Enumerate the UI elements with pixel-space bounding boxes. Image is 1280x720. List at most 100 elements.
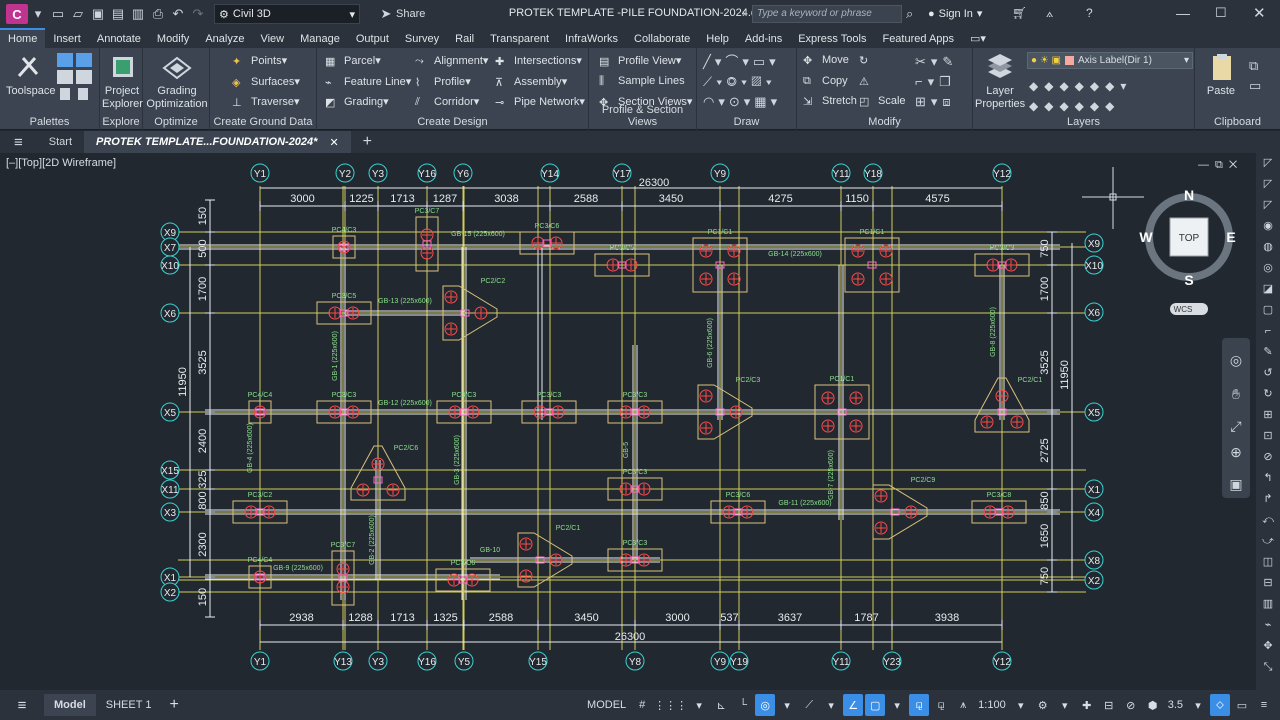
new-tab-icon[interactable]: + — [351, 131, 384, 153]
line-icon[interactable]: ╱▾ — [703, 54, 725, 69]
orbit-icon[interactable]: ⊕ — [1230, 444, 1242, 460]
panel-title-palettes[interactable]: Palettes — [0, 116, 99, 128]
workspace-select[interactable]: ⚙ Civil 3D ▾ — [214, 4, 360, 24]
add-layout-icon[interactable]: + — [161, 694, 186, 716]
alignment-button[interactable]: ⤳ Alignment ▾ — [415, 54, 488, 68]
table-icon[interactable]: ▦▾ — [754, 94, 781, 109]
panel-title-draw[interactable]: Draw — [697, 116, 796, 128]
share-button[interactable]: Share — [396, 8, 425, 20]
profile-view-button[interactable]: ▤ Profile View ▾ — [599, 54, 681, 68]
pan-icon[interactable]: ✋︎ — [1232, 386, 1240, 402]
tab-analyze[interactable]: Analyze — [197, 30, 252, 48]
steering-wheel-icon[interactable]: ◎ — [1230, 352, 1242, 368]
graphics-performance-icon[interactable]: ⬦ — [1210, 694, 1230, 716]
tab-view[interactable]: View — [252, 30, 292, 48]
quick-properties-icon[interactable]: ⊘ — [1121, 694, 1141, 716]
scale-menu-icon[interactable]: ▾ — [1011, 694, 1031, 716]
sign-in-button[interactable]: ● Sign In ▾ — [928, 7, 982, 21]
customize-icon[interactable]: ≡ — [1254, 694, 1274, 716]
explode-icon[interactable]: ❐ — [939, 74, 956, 89]
annotation-scale-icon[interactable]: ⩚ — [953, 694, 973, 716]
autodesk-app-icon[interactable]: ⟑ — [1046, 6, 1053, 21]
civil-icon[interactable]: ⬢ — [1143, 694, 1163, 716]
grading-optimization-button[interactable]: Grading Optimization — [145, 52, 209, 111]
tab-express-tools[interactable]: Express Tools — [790, 30, 874, 48]
traverse-button[interactable]: ⊥ Traverse ▾ — [232, 95, 300, 109]
points-button[interactable]: ✦ Points ▾ — [232, 54, 287, 68]
web-save-icon[interactable]: ▥ — [128, 5, 148, 23]
share-icon[interactable]: ➤ — [376, 5, 396, 23]
polar-icon[interactable]: ◎ — [755, 694, 776, 716]
polar-menu-icon[interactable]: ▾ — [777, 694, 797, 716]
mirror-icon[interactable]: ⚠ — [859, 75, 869, 88]
undo-icon[interactable]: ↶ — [168, 5, 188, 23]
stretch-button[interactable]: ⇲ Stretch — [803, 95, 857, 108]
panel-title-create-ground-data[interactable]: Create Ground Data — [210, 116, 316, 128]
close-button[interactable]: ✕ — [1253, 4, 1266, 22]
layer-properties-button[interactable]: Layer Properties — [975, 52, 1025, 111]
app-menu-arrow-icon[interactable]: ▾ — [28, 5, 48, 23]
infer-icon[interactable]: ⊾ — [711, 694, 731, 716]
snap-icon[interactable]: ⋮⋮⋮ — [654, 694, 687, 716]
tab-survey[interactable]: Survey — [397, 30, 447, 48]
surfaces-button[interactable]: ◈ Surfaces ▾ — [232, 75, 300, 89]
intersections-button[interactable]: ✚ Intersections ▾ — [495, 54, 582, 68]
save-icon[interactable]: ▣ — [88, 5, 108, 23]
corridor-button[interactable]: ⫽ Corridor ▾ — [415, 95, 479, 109]
zoom-extents-icon[interactable]: ⤢ — [1230, 418, 1241, 434]
ribbon-toggle-icon[interactable]: ▭▾ — [962, 29, 994, 48]
zoom-value[interactable]: 3.5 — [1165, 694, 1186, 716]
offset-icon[interactable]: ⧈ — [942, 94, 955, 109]
hamburger-menu-icon[interactable]: ≡ — [0, 131, 37, 153]
panel-title-modify[interactable]: Modify — [797, 116, 972, 128]
layer-tools-grid[interactable]: ◆◆◆◆◆◆▾ ◆◆◆◆◆◆ — [1029, 76, 1189, 116]
help-icon[interactable]: ? — [1086, 6, 1093, 20]
erase-icon[interactable]: ✎ — [942, 54, 958, 69]
paste-button[interactable]: Paste — [1201, 52, 1241, 98]
trim-icon[interactable]: ✂▾ — [915, 54, 942, 69]
model-space-button[interactable]: MODEL — [583, 694, 630, 716]
search-input[interactable]: Type a keyword or phrase — [752, 5, 902, 23]
minimize-button[interactable]: — — [1176, 5, 1190, 21]
tab-active-drawing[interactable]: PROTEK TEMPLATE...FOUNDATION-2024* ✕ — [84, 131, 351, 153]
viewport-controls-label[interactable]: [–][Top][2D Wireframe] — [6, 157, 116, 169]
osnap-icon[interactable]: ▢ — [865, 694, 886, 716]
clean-screen-icon[interactable]: ▭ — [1232, 694, 1252, 716]
copy-button[interactable]: ⧉ Copy — [803, 75, 848, 87]
tab-home[interactable]: Home — [0, 28, 46, 48]
cart-icon[interactable]: 🛒︎ — [1012, 6, 1027, 20]
ellipse-icon[interactable]: ⊙▾ — [729, 94, 754, 109]
tab-featured-apps[interactable]: Featured Apps — [874, 30, 962, 48]
arc-icon[interactable]: ◠▾ — [703, 94, 729, 109]
annotation-scale-select[interactable]: 1:100 — [975, 694, 1009, 716]
units-icon[interactable]: ⊟ — [1099, 694, 1119, 716]
array-icon[interactable]: ⊞▾ — [915, 94, 942, 109]
tab-annotate[interactable]: Annotate — [89, 30, 149, 48]
circle-icon[interactable]: ◎▾ — [726, 74, 751, 89]
ortho-icon[interactable]: └ — [733, 694, 753, 716]
print-icon[interactable]: ⎙ — [148, 5, 168, 23]
osnap-menu-icon[interactable]: ▾ — [887, 694, 907, 716]
tab-insert[interactable]: Insert — [45, 30, 89, 48]
tab-infraworks[interactable]: InfraWorks — [557, 30, 626, 48]
panel-title-create-design[interactable]: Create Design — [317, 116, 588, 128]
annotation-autoscale-icon[interactable]: ⚼ — [931, 694, 951, 716]
layout-menu-icon[interactable]: ≡ — [0, 694, 44, 716]
assembly-button[interactable]: ⊼ Assembly ▾ — [495, 75, 567, 89]
pline-icon[interactable]: ⟋▾ — [703, 74, 726, 89]
palette-grid-icon[interactable] — [56, 52, 94, 102]
redo-icon[interactable]: ↷ — [188, 5, 208, 23]
parcel-button[interactable]: ▦ Parcel ▾ — [325, 54, 381, 68]
open-icon[interactable]: ▱ — [68, 5, 88, 23]
rotate-icon[interactable]: ↻ — [859, 54, 868, 67]
polyline-icon[interactable]: ⌒▾ — [725, 54, 753, 69]
panel-title-layers[interactable]: Layers — [973, 116, 1194, 128]
tab-manage[interactable]: Manage — [292, 30, 348, 48]
move-button[interactable]: ✥ Move — [803, 54, 849, 67]
tab-modify[interactable]: Modify — [149, 30, 197, 48]
tab-rail[interactable]: Rail — [447, 30, 482, 48]
save-as-icon[interactable]: ▤ — [108, 5, 128, 23]
pipe-network-button[interactable]: ⊸ Pipe Network ▾ — [495, 95, 585, 109]
drawing-viewport[interactable]: [–][Top][2D Wireframe] —⧉✕ 3000 1225 1713 1… — [0, 153, 1256, 690]
workspace-gear-icon[interactable]: ⚙ — [1033, 694, 1053, 716]
